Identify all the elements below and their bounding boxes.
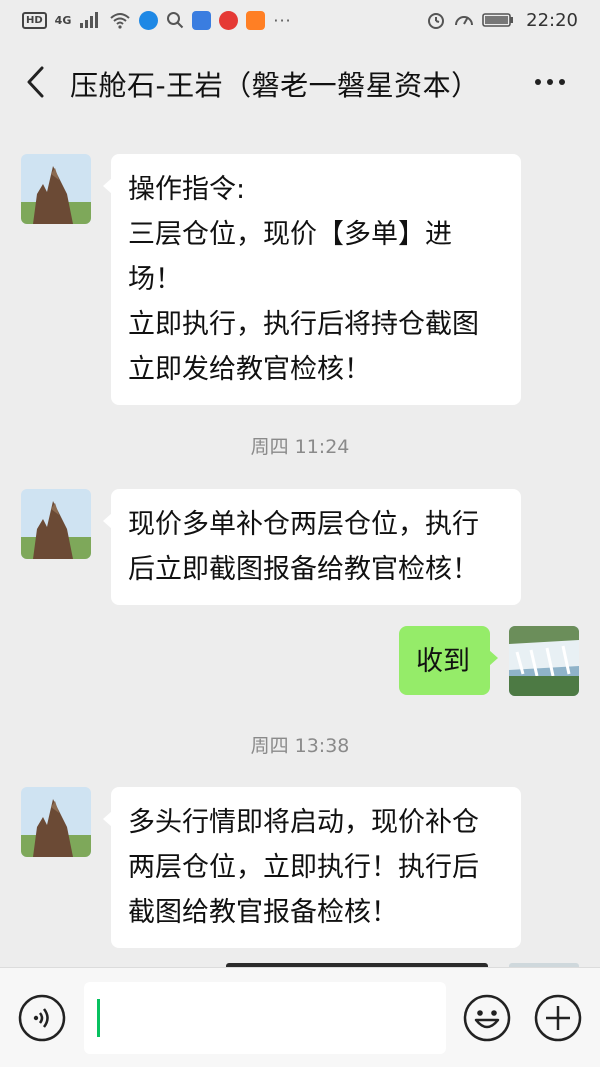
chat-title: 压舱石-王岩（磐老一磐星资本） [70, 69, 480, 102]
emoji-icon[interactable] [463, 994, 511, 1042]
message-line: 三层仓位，现价【多单】进 [128, 219, 452, 250]
message-line: 立即执行，执行后将持仓截图 [128, 309, 479, 340]
text-caret [97, 999, 100, 1037]
status-bar: HD 4G ··· 22:20 [0, 0, 600, 40]
chevron-left-icon[interactable] [22, 64, 50, 100]
battery-icon [482, 13, 514, 27]
more-dots-icon[interactable] [532, 70, 572, 94]
message-line: 现价多单补仓两层仓位，执行 [128, 509, 479, 540]
chat-header: 压舱石-王岩（磐老一磐星资本） [0, 40, 600, 126]
message-line: 后立即截图报备给教官检核！ [128, 554, 479, 585]
plus-icon[interactable] [534, 994, 582, 1042]
sender-avatar[interactable] [21, 154, 91, 224]
signal-icon [80, 12, 99, 28]
app-icon-blue [192, 10, 212, 30]
sender-avatar[interactable] [21, 489, 91, 559]
message-line: 截图给教官报备检核！ [128, 897, 398, 928]
message-line: 场！ [128, 264, 182, 295]
more-notifications-icon: ··· [273, 10, 292, 30]
message-line: 收到 [416, 646, 470, 677]
timestamp: 周四 13:38 [250, 735, 350, 757]
message-bubble-incoming[interactable]: 现价多单补仓两层仓位，执行 后立即截图报备给教官检核！ [103, 489, 521, 605]
message-line: 多头行情即将启动，现价补仓 [128, 807, 479, 838]
clock: 22:20 [526, 9, 578, 31]
message-input[interactable] [84, 982, 446, 1054]
voice-icon[interactable] [18, 994, 66, 1042]
alarm-icon [428, 13, 445, 29]
timestamp: 周四 11:24 [250, 436, 350, 458]
video-app-icon [246, 10, 266, 30]
message-line: 两层仓位，立即执行！执行后 [128, 852, 479, 883]
wifi-icon [110, 13, 131, 29]
browser-app-icon [139, 10, 159, 30]
sina-app-icon [219, 10, 239, 30]
message-bubble-incoming[interactable]: 操作指令: 三层仓位，现价【多单】进 场！ 立即执行，执行后将持仓截图 立即发给… [103, 154, 521, 405]
speedometer-icon [455, 16, 474, 26]
input-bar [0, 967, 600, 1067]
network-type: 4G [54, 13, 72, 27]
chat-screen: HD 4G ··· 22:20 压舱石-王岩（磐老一磐星资本） 操作指令: 三层… [0, 0, 600, 1067]
status-left: HD 4G ··· [22, 10, 292, 30]
message-line: 立即发给教官检核！ [128, 354, 371, 385]
message-bubble-incoming[interactable]: 多头行情即将启动，现价补仓 两层仓位，立即执行！执行后 截图给教官报备检核！ [103, 787, 521, 948]
sender-avatar[interactable] [21, 787, 91, 857]
message-bubble-outgoing[interactable]: 收到 [399, 626, 498, 695]
my-avatar[interactable] [509, 626, 579, 696]
hd-badge: HD [22, 11, 47, 29]
search-icon [167, 12, 184, 29]
message-line: 操作指令: [128, 174, 246, 205]
status-right: 22:20 [426, 10, 578, 31]
